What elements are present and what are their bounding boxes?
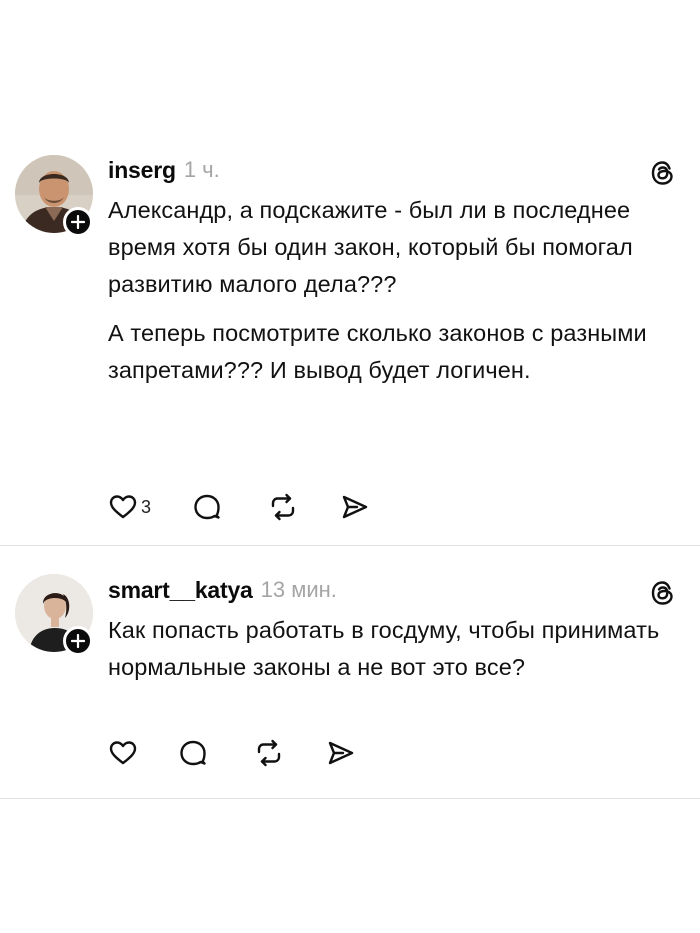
post: inserg 1 ч. Александр, а подскажите - бы… xyxy=(0,150,700,545)
avatar-container[interactable] xyxy=(15,574,93,656)
repost-button[interactable] xyxy=(268,490,340,524)
comment-button[interactable] xyxy=(178,736,254,770)
heart-icon xyxy=(109,495,137,519)
heart-icon xyxy=(109,741,137,765)
like-button[interactable] xyxy=(108,736,178,770)
comment-icon xyxy=(180,740,206,766)
post-text: А теперь посмотрите сколько законов с ра… xyxy=(108,320,647,383)
post-text: Александр, а подскажите - был ли в после… xyxy=(108,197,633,297)
divider xyxy=(0,798,700,799)
repost-button[interactable] xyxy=(254,736,326,770)
share-icon xyxy=(342,495,368,519)
post-content: inserg 1 ч. Александр, а подскажите - бы… xyxy=(108,150,673,389)
share-button[interactable] xyxy=(326,736,366,770)
follow-button[interactable] xyxy=(63,207,93,237)
plus-icon xyxy=(71,634,85,648)
like-count: 3 xyxy=(141,496,152,517)
post: smart__katya 13 мин. Как попасть работат… xyxy=(0,570,700,798)
follow-button[interactable] xyxy=(63,626,93,656)
divider xyxy=(0,545,700,546)
repost-icon xyxy=(271,493,295,521)
action-bar: 3 xyxy=(108,490,380,524)
username[interactable]: smart__katya xyxy=(108,577,253,604)
timestamp: 1 ч. xyxy=(183,157,220,182)
post-header: smart__katya 13 мин. xyxy=(108,570,668,610)
plus-icon xyxy=(71,215,85,229)
share-icon xyxy=(328,741,354,765)
comment-button[interactable] xyxy=(192,490,268,524)
comment-icon xyxy=(194,494,220,520)
share-button[interactable] xyxy=(340,490,380,524)
action-bar xyxy=(108,736,366,770)
post-text: Как попасть работать в госдуму, чтобы пр… xyxy=(108,617,660,680)
avatar-container[interactable] xyxy=(15,155,93,237)
threads-logo-icon[interactable] xyxy=(648,158,678,188)
timestamp: 13 мин. xyxy=(260,577,337,602)
post-content: smart__katya 13 мин. Как попасть работат… xyxy=(108,570,673,686)
post-header: inserg 1 ч. xyxy=(108,150,668,190)
repost-icon xyxy=(257,739,281,767)
username[interactable]: inserg xyxy=(108,157,176,184)
threads-logo-icon[interactable] xyxy=(648,578,678,608)
like-button[interactable]: 3 xyxy=(108,490,178,524)
